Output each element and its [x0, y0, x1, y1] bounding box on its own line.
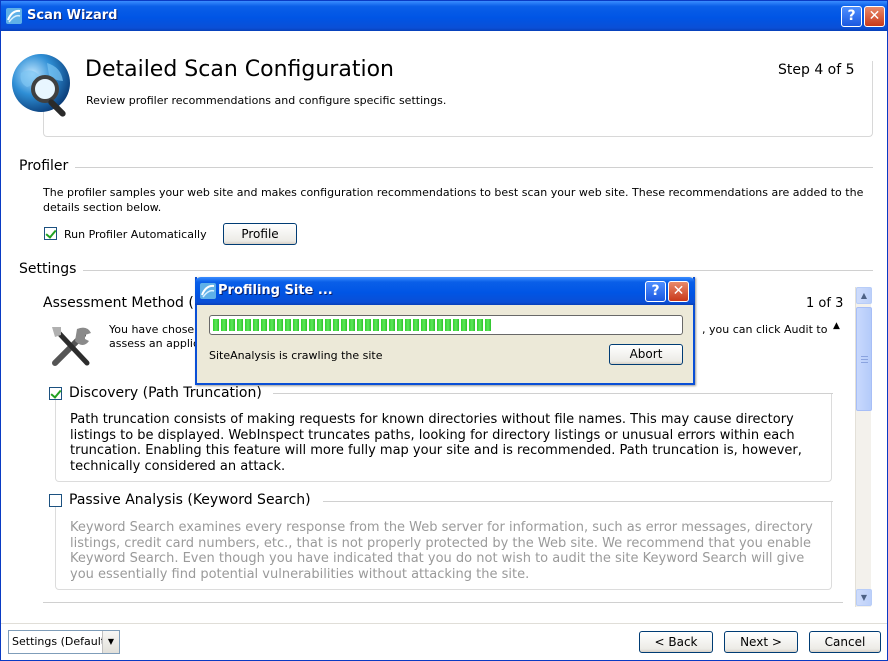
- dialog-close-button[interactable]: ✕: [668, 281, 689, 302]
- app-icon: [200, 283, 216, 299]
- chevron-up-icon: ▲: [860, 291, 868, 300]
- step-indicator: Step 4 of 5: [778, 62, 855, 78]
- chevron-down-icon[interactable]: ▼: [102, 631, 119, 653]
- settings-bottom-divider: [43, 602, 843, 603]
- settings-combo-value: Settings (Default): [12, 635, 110, 648]
- cancel-button[interactable]: Cancel: [809, 631, 881, 653]
- discovery-description: Path truncation consists of making reque…: [70, 412, 802, 474]
- assessment-desc-tail: , you can click Audit to: [702, 323, 828, 336]
- progress-fill: [213, 319, 493, 331]
- close-icon: ✕: [672, 283, 685, 299]
- grip-line: [861, 362, 868, 363]
- profile-button[interactable]: Profile: [223, 223, 297, 245]
- footer-divider: [1, 623, 887, 624]
- chevron-down-icon: ▼: [860, 593, 868, 602]
- settings-scrollbar[interactable]: ▲ ▼: [855, 287, 872, 607]
- discovery-divider: [273, 393, 833, 394]
- back-button[interactable]: < Back: [639, 631, 713, 653]
- grip-line: [861, 356, 868, 357]
- abort-button[interactable]: Abort: [609, 344, 683, 365]
- assessment-method-title: Assessment Method (: [43, 295, 194, 311]
- app-icon: [6, 8, 22, 24]
- passive-divider: [323, 501, 833, 502]
- grip-line: [861, 359, 868, 360]
- scroll-down-button[interactable]: ▼: [856, 589, 872, 606]
- discovery-checkbox[interactable]: [49, 387, 62, 400]
- profiler-divider: [75, 167, 873, 168]
- dialog-title: Profiling Site ...: [218, 283, 333, 298]
- profiling-progress-bar: [209, 315, 683, 335]
- run-profiler-checkbox[interactable]: [44, 227, 57, 240]
- window-titlebar[interactable]: Scan Wizard ? ✕: [1, 1, 887, 31]
- globe-magnifier-icon: [12, 54, 70, 117]
- dialog-status-text: SiteAnalysis is crawling the site: [209, 349, 383, 362]
- assessment-desc-start: You have chose: [109, 323, 195, 336]
- run-profiler-label: Run Profiler Automatically: [64, 228, 207, 241]
- profiling-dialog: Profiling Site ... ? ✕ SiteAnalysis is c…: [195, 277, 695, 385]
- assessment-desc-line2: assess an applic: [109, 337, 200, 350]
- close-icon: ✕: [868, 8, 881, 24]
- dialog-titlebar[interactable]: Profiling Site ... ? ✕: [195, 277, 695, 305]
- tools-icon: [52, 327, 91, 366]
- passive-analysis-checkbox[interactable]: [49, 494, 62, 507]
- close-button[interactable]: ✕: [864, 6, 885, 27]
- discovery-title: Discovery (Path Truncation): [69, 385, 262, 401]
- profiler-description: The profiler samples your web site and m…: [43, 186, 864, 214]
- scroll-up-button[interactable]: ▲: [856, 287, 872, 304]
- passive-analysis-title: Passive Analysis (Keyword Search): [69, 492, 311, 508]
- page-subtitle: Review profiler recommendations and conf…: [86, 94, 447, 107]
- window-title: Scan Wizard: [27, 8, 118, 23]
- page-title: Detailed Scan Configuration: [85, 57, 394, 82]
- scroll-thumb[interactable]: [856, 307, 872, 411]
- option-count: 1 of 3: [806, 296, 844, 311]
- settings-divider: [83, 270, 873, 271]
- settings-section-title: Settings: [19, 261, 77, 277]
- profiler-section-title: Profiler: [19, 158, 69, 174]
- passive-analysis-description: Keyword Search examines every response f…: [70, 520, 813, 582]
- help-icon: ?: [651, 283, 660, 299]
- help-icon: ?: [847, 8, 856, 24]
- next-button[interactable]: Next >: [724, 631, 798, 653]
- help-button[interactable]: ?: [841, 6, 862, 27]
- dialog-help-button[interactable]: ?: [645, 281, 666, 302]
- collapse-arrow-icon[interactable]: ▲: [833, 321, 840, 331]
- settings-combo[interactable]: Settings (Default) ▼: [8, 630, 120, 654]
